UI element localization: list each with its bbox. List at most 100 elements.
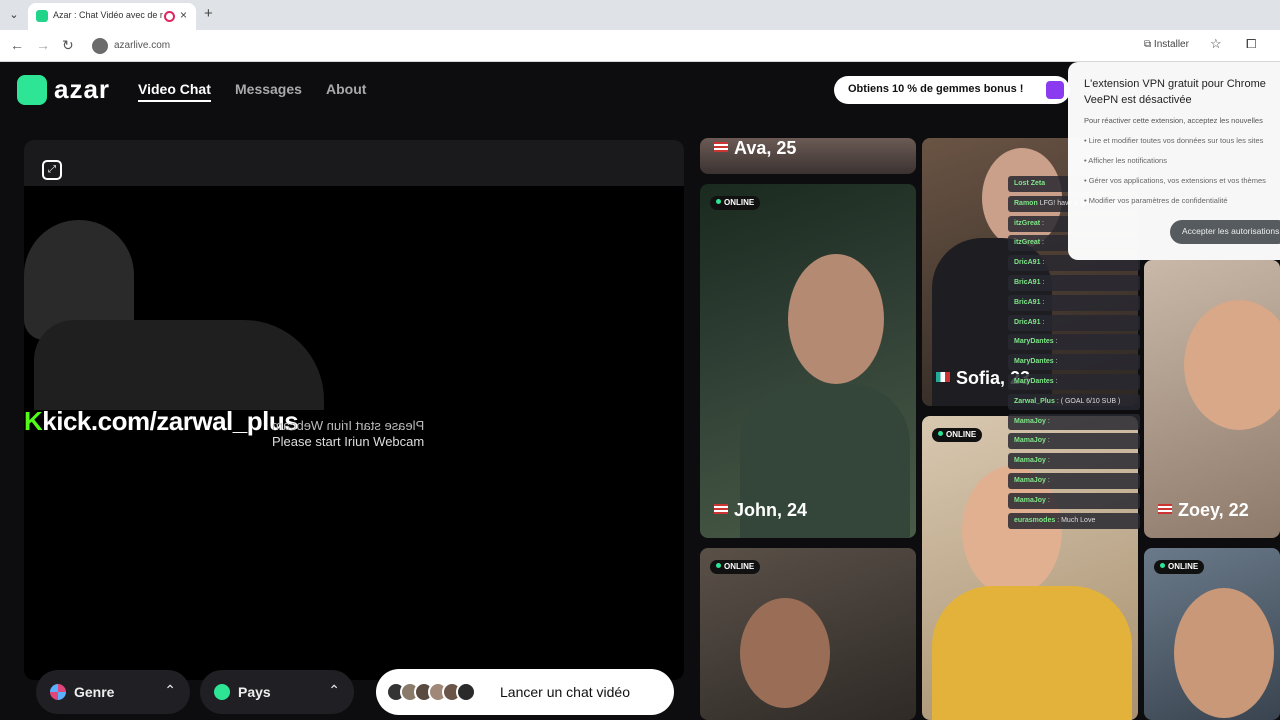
popup-permission-item: • Modifier vos paramètres de confidentia… bbox=[1084, 196, 1228, 205]
avatar bbox=[456, 682, 476, 702]
tab-close-icon[interactable]: × bbox=[180, 8, 187, 22]
chat-message: BricA91 : bbox=[1008, 294, 1140, 311]
extensions-puzzle-icon[interactable]: ⧠ bbox=[1246, 36, 1256, 52]
popup-subtitle: Pour réactiver cette extension, acceptez… bbox=[1084, 116, 1263, 125]
hooded-figure-body bbox=[34, 320, 324, 410]
chat-message: MamaJoy : bbox=[1008, 473, 1140, 489]
launch-label: Lancer un chat vidéo bbox=[500, 684, 630, 700]
online-badge: ONLINE bbox=[932, 428, 983, 442]
address-bar: ← → ↻ azarlive.com ⧉ Installer ☆ ⧠ bbox=[0, 30, 1280, 62]
chat-text: : bbox=[1047, 417, 1050, 425]
chat-message: eurasmodes : Much Love bbox=[1008, 512, 1140, 529]
online-dot-icon bbox=[1160, 563, 1165, 568]
chat-message: MamaJoy : bbox=[1008, 453, 1140, 470]
profile-photo bbox=[1174, 588, 1274, 718]
nav-about[interactable]: About bbox=[326, 81, 366, 97]
online-badge-label: ONLINE bbox=[724, 198, 755, 207]
chat-text: : ( GOAL 6/10 SUB ) bbox=[1056, 397, 1121, 405]
promo-label: Obtiens 10 % de gemmes bonus ! bbox=[848, 83, 1024, 95]
chat-text: : bbox=[1055, 358, 1058, 366]
nav-video-chat[interactable]: Video Chat bbox=[138, 81, 211, 102]
chat-text: : bbox=[1047, 496, 1050, 504]
chevron-up-icon: ⌃ bbox=[164, 682, 176, 698]
chat-text: : bbox=[1042, 298, 1045, 306]
chevron-up-icon: ⌃ bbox=[328, 682, 340, 698]
chat-message: MamaJoy : bbox=[1008, 492, 1140, 509]
popup-permission-item: • Afficher les notifications bbox=[1084, 156, 1167, 165]
expand-icon[interactable]: ⤢ bbox=[42, 160, 62, 180]
install-icon: ⧉ bbox=[1144, 39, 1154, 50]
profile-name: John, 24 bbox=[714, 500, 807, 521]
chat-text: : bbox=[1042, 239, 1044, 247]
profile-card-zoey[interactable]: Zoey, 22 bbox=[1144, 260, 1280, 538]
online-badge: ONLINE bbox=[710, 560, 761, 574]
profile-name: Ava, 25 bbox=[714, 138, 796, 159]
genre-filter-button[interactable]: Genre ⌃ bbox=[36, 670, 190, 714]
chat-message: MamaJoy : bbox=[1008, 413, 1140, 430]
back-arrow-icon[interactable]: ← bbox=[10, 37, 24, 53]
profile-card-man-3[interactable]: ONLINE bbox=[700, 548, 916, 720]
recording-indicator-icon bbox=[164, 11, 175, 22]
streamer-webcam-image bbox=[24, 220, 324, 410]
profile-card-john[interactable]: ONLINE John, 24 bbox=[700, 184, 916, 538]
pays-label: Pays bbox=[238, 684, 271, 700]
new-tab-button[interactable]: + bbox=[204, 5, 213, 22]
chat-text: : bbox=[1042, 318, 1045, 326]
chat-username: Ramon bbox=[1014, 199, 1038, 207]
profile-name-text: Ava, 25 bbox=[734, 138, 797, 158]
chat-message: MamaJoy : bbox=[1008, 433, 1140, 450]
azar-logo-icon[interactable] bbox=[17, 75, 47, 105]
popup-title: L'extension VPN gratuit pour Chrome VeeP… bbox=[1084, 76, 1280, 108]
profile-name: Zoey, 22 bbox=[1158, 500, 1249, 521]
azar-logo-text[interactable]: azar bbox=[54, 74, 110, 105]
us-flag-icon bbox=[714, 504, 728, 514]
chat-username: MamaJoy bbox=[1014, 457, 1046, 465]
profile-name-text: Zoey, 22 bbox=[1178, 500, 1249, 520]
us-flag-icon bbox=[714, 142, 728, 152]
watermark-url: kick.com/zarwal_plus bbox=[42, 406, 299, 436]
popup-permission-item: • Lire et modifier toutes vos données su… bbox=[1084, 136, 1264, 145]
site-info-icon[interactable] bbox=[92, 38, 108, 54]
forward-arrow-icon[interactable]: → bbox=[36, 37, 50, 53]
user-avatars bbox=[386, 682, 478, 702]
launch-video-chat-button[interactable]: Lancer un chat vidéo bbox=[376, 669, 674, 715]
globe-icon bbox=[214, 684, 230, 700]
chat-message: MaryDantes : bbox=[1008, 334, 1140, 351]
chat-username: MaryDantes bbox=[1014, 378, 1054, 385]
popup-title-line: VeePN est désactivée bbox=[1084, 94, 1192, 106]
browser-tab-bar: ⌄ Azar : Chat Vidéo avec de n × + bbox=[0, 0, 1280, 30]
install-app-button[interactable]: ⧉ Installer bbox=[1144, 39, 1189, 50]
bookmark-star-icon[interactable]: ☆ bbox=[1210, 36, 1222, 52]
accept-permissions-button[interactable]: Accepter les autorisations bbox=[1170, 220, 1280, 244]
chat-username: Zarwal_Plus bbox=[1014, 397, 1055, 405]
azar-favicon-icon bbox=[36, 10, 48, 22]
gems-promo-button[interactable]: Obtiens 10 % de gemmes bonus ! bbox=[834, 76, 1070, 104]
webcam-message: Please start Iriun Webcam bbox=[272, 434, 425, 449]
pays-filter-button[interactable]: Pays ⌃ bbox=[200, 670, 354, 714]
install-label: Installer bbox=[1153, 39, 1189, 50]
online-badge: ONLINE bbox=[1154, 560, 1205, 574]
reload-icon[interactable]: ↻ bbox=[62, 37, 74, 54]
profile-card-man-4[interactable]: ONLINE bbox=[1144, 548, 1280, 720]
chat-text: : bbox=[1055, 378, 1058, 385]
chat-username: DricA91 bbox=[1014, 318, 1041, 326]
chat-username: MaryDantes bbox=[1014, 358, 1054, 366]
italy-flag-icon bbox=[936, 372, 950, 382]
url-text: azarlive.com bbox=[114, 40, 171, 51]
profile-photo bbox=[788, 254, 884, 384]
chat-text: : bbox=[1042, 219, 1044, 227]
chat-message: Zarwal_Plus : ( GOAL 6/10 SUB ) bbox=[1008, 393, 1140, 410]
tab-search-chevron-icon[interactable]: ⌄ bbox=[6, 7, 22, 23]
chat-username: MamaJoy bbox=[1014, 437, 1046, 445]
chat-text: : bbox=[1042, 279, 1045, 286]
popup-title-line: L'extension VPN gratuit pour Chrome bbox=[1084, 78, 1266, 90]
chat-text: : bbox=[1055, 338, 1058, 346]
online-badge-label: ONLINE bbox=[946, 430, 977, 439]
browser-tab[interactable]: Azar : Chat Vidéo avec de n × bbox=[28, 3, 196, 30]
chat-text: : bbox=[1047, 437, 1050, 445]
profile-name-text: John, 24 bbox=[734, 500, 808, 520]
nav-messages[interactable]: Messages bbox=[235, 81, 302, 97]
profile-card-ava[interactable]: Ava, 25 bbox=[700, 138, 916, 174]
url-field[interactable]: azarlive.com bbox=[88, 34, 1128, 58]
chat-username: MaryDantes bbox=[1014, 338, 1054, 346]
